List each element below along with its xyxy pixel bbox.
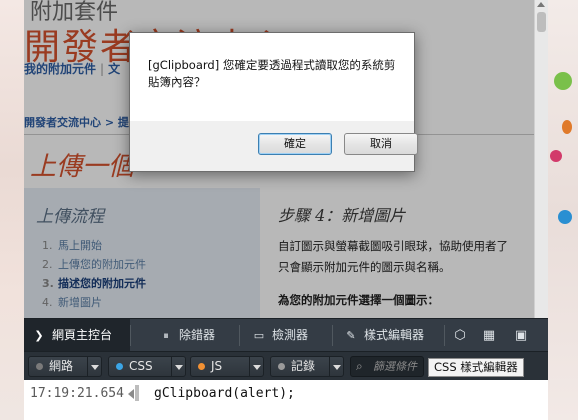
input-marker-icon xyxy=(128,389,134,399)
tab-separator xyxy=(332,325,333,346)
css-dot-icon xyxy=(116,363,123,370)
step-description: 自訂圖示與螢幕截圖吸引眼球，協助使用者了 只會顯示附加元件的圖示與名稱。 xyxy=(278,236,534,278)
cancel-button[interactable]: 取消 xyxy=(344,133,418,155)
filter-input[interactable]: ⌕ 篩選條件 xyxy=(350,356,424,377)
step-description-line: 只會顯示附加元件的圖示與名稱。 xyxy=(278,260,451,274)
devtools-tabbar: ❯ 網頁主控台 ⏸ 除錯器 ▭ 檢測器 ✎ 樣式編輯器 ⬡ ▦ ▣ xyxy=(24,318,548,352)
debugger-icon: ⏸ xyxy=(163,329,169,342)
nav-my-addons-link[interactable]: 我的附加元件 xyxy=(24,62,96,76)
style-editor-icon: ✎ xyxy=(346,329,356,342)
tab-inspector[interactable]: ▭ 檢測器 xyxy=(244,319,334,352)
log-category-bar xyxy=(135,385,139,401)
inspector-icon: ▭ xyxy=(253,329,265,342)
console-filterbar: 網路 CSS JS 記錄 ⌕ 篩選條件 CSS 樣式編輯器 xyxy=(24,351,548,380)
tab-style-editor[interactable]: ✎ 樣式編輯器 xyxy=(336,319,446,352)
tab-separator xyxy=(130,325,131,346)
console-output[interactable]: 17:19:21.654 gClipboard(alert); xyxy=(24,380,548,420)
process-step[interactable]: 2. 上傳您的附加元件 xyxy=(42,255,146,274)
scroll-thumb[interactable] xyxy=(537,12,546,32)
chevron-down-icon[interactable] xyxy=(171,357,185,376)
tab-debugger[interactable]: ⏸ 除錯器 xyxy=(151,319,241,352)
filter-logging-button[interactable]: 記錄 xyxy=(270,356,344,377)
js-dot-icon xyxy=(198,363,205,370)
nav-separator: | xyxy=(100,62,105,76)
chevron-down-icon[interactable] xyxy=(87,357,101,376)
process-steps: 1. 馬上開始 2. 上傳您的附加元件 3. 描述您的附加元件 4. 新增圖片 xyxy=(42,236,146,312)
wallpaper-decoration xyxy=(554,72,572,90)
upload-heading: 上傳一個 xyxy=(30,152,135,182)
filter-placeholder: 篩選條件 xyxy=(373,360,417,373)
console-icon: ❯ xyxy=(34,329,44,342)
scroll-up-icon[interactable] xyxy=(537,2,545,7)
upload-process-panel: 上傳流程 1. 馬上開始 2. 上傳您的附加元件 3. 描述您的附加元件 4. 新增圖片 xyxy=(24,188,260,318)
page-scrollbar[interactable] xyxy=(534,0,548,318)
process-step[interactable]: 4. 新增圖片 xyxy=(42,293,146,312)
responsive-design-icon[interactable]: ▦ xyxy=(476,319,502,352)
tooltip: CSS 樣式編輯器 xyxy=(428,358,524,377)
step-description-line: 自訂圖示與螢幕截圖吸引眼球，協助使用者了 xyxy=(278,239,508,253)
tab-label: 除錯器 xyxy=(179,328,216,342)
wallpaper-decoration xyxy=(550,150,562,162)
filter-label: 網路 xyxy=(49,359,74,373)
process-title: 上傳流程 xyxy=(36,207,104,227)
net-dot-icon xyxy=(36,363,43,370)
filter-label: JS xyxy=(211,359,223,373)
logging-dot-icon xyxy=(278,363,285,370)
desktop-wallpaper-right xyxy=(548,0,578,420)
dialog-message-area: [gClipboard] 您確定要透過程式讀取您的系統剪貼簿內容？ xyxy=(130,33,414,121)
ok-button[interactable]: 確定 xyxy=(258,133,332,155)
tab-label: 檢測器 xyxy=(272,328,309,342)
tab-separator xyxy=(444,325,445,346)
filter-net-button[interactable]: 網路 xyxy=(28,356,102,377)
console-input-echo: gClipboard(alert); xyxy=(154,386,295,401)
breadcrumb[interactable]: 開發者交流中心 > 提 xyxy=(24,114,129,130)
filter-css-button[interactable]: CSS xyxy=(108,356,186,377)
scratchpad-icon[interactable]: ▣ xyxy=(508,319,534,352)
top-nav: 我的附加元件 | 文 xyxy=(24,60,120,77)
confirm-dialog: [gClipboard] 您確定要透過程式讀取您的系統剪貼簿內容？ 確定 取消 xyxy=(129,32,418,172)
tab-label: 樣式編輯器 xyxy=(364,328,425,342)
filter-label: 記錄 xyxy=(291,359,316,373)
filter-js-button[interactable]: JS xyxy=(190,356,264,377)
chevron-down-icon[interactable] xyxy=(249,357,263,376)
tab-label: 網頁主控台 xyxy=(52,328,113,342)
process-step-current[interactable]: 3. 描述您的附加元件 xyxy=(42,274,146,293)
step-title: 步驟 4：新增圖片 xyxy=(278,206,406,225)
wallpaper-decoration xyxy=(558,210,572,224)
desktop-wallpaper-left xyxy=(0,0,24,420)
dialog-message: [gClipboard] 您確定要透過程式讀取您的系統剪貼簿內容？ xyxy=(148,58,396,89)
icon-choice-label: 為您的附加元件選擇一個圖示： xyxy=(278,293,439,307)
log-timestamp: 17:19:21.654 xyxy=(30,386,124,401)
process-step[interactable]: 1. 馬上開始 xyxy=(42,236,146,255)
tab-console[interactable]: ❯ 網頁主控台 xyxy=(24,319,130,352)
nav-docs-link[interactable]: 文 xyxy=(108,62,120,76)
search-icon: ⌕ xyxy=(356,359,363,373)
chevron-down-icon[interactable] xyxy=(329,357,343,376)
filter-label: CSS xyxy=(129,359,153,373)
devtools-panel: ❯ 網頁主控台 ⏸ 除錯器 ▭ 檢測器 ✎ 樣式編輯器 ⬡ ▦ ▣ 網路 CSS JS … xyxy=(24,318,548,420)
tab-separator xyxy=(239,325,240,346)
3d-view-icon[interactable]: ⬡ xyxy=(447,319,473,352)
wallpaper-decoration xyxy=(562,120,572,134)
